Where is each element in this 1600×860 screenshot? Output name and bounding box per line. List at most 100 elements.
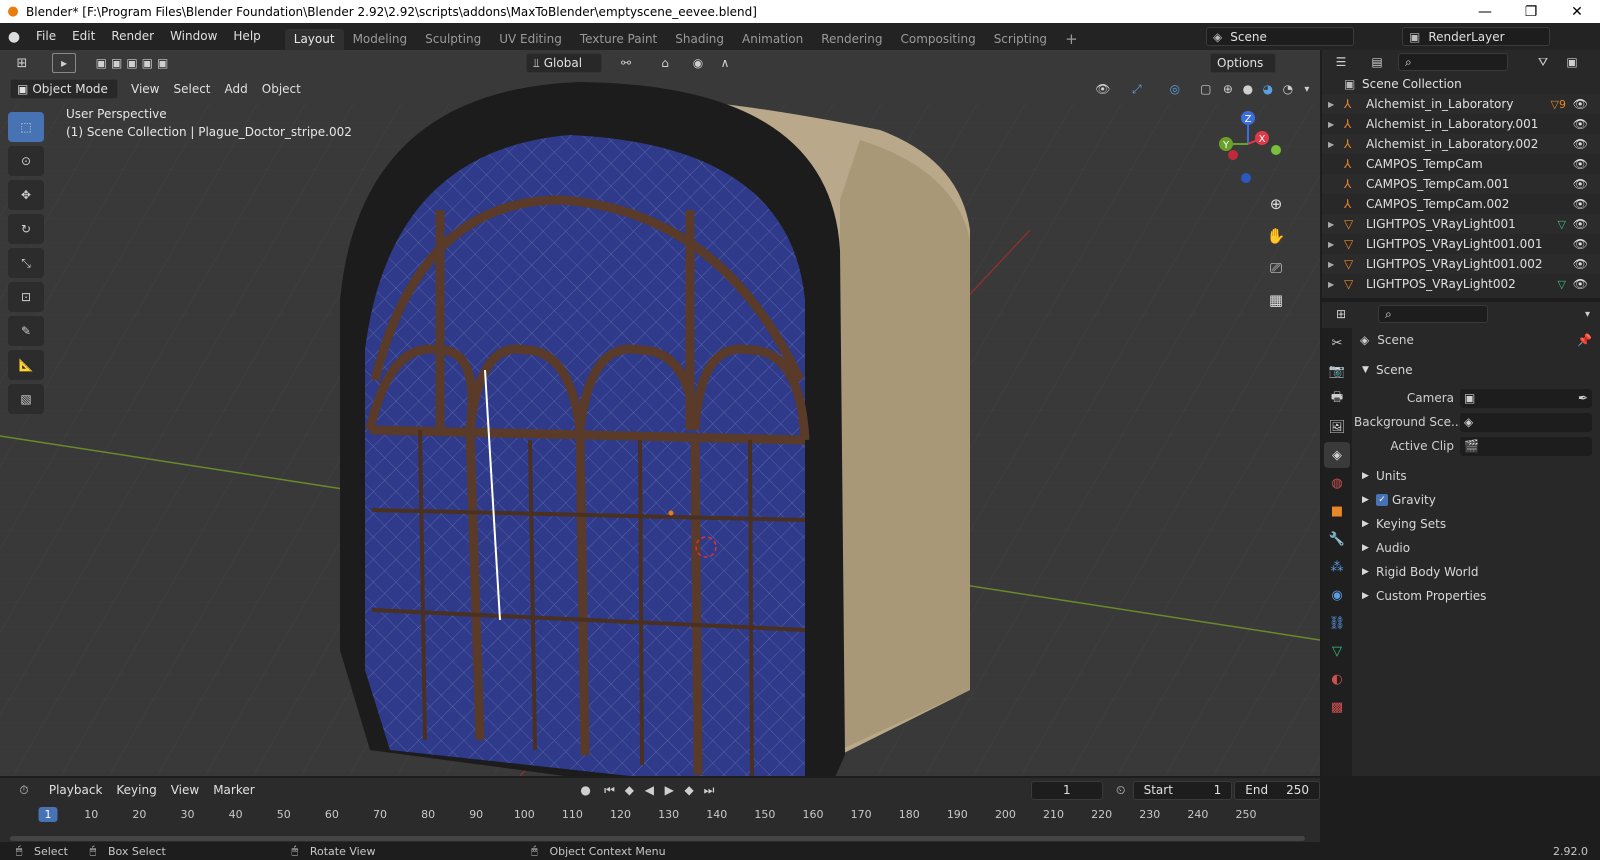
tool-measure[interactable]: 📐 — [8, 350, 44, 380]
timeline-menu-view[interactable]: View — [164, 780, 206, 800]
current-frame-field[interactable]: 1 — [1030, 780, 1103, 800]
tab-compositing[interactable]: Compositing — [891, 29, 984, 50]
properties-search-input[interactable]: ⌕ — [1378, 305, 1488, 323]
timeline-menu-marker[interactable]: Marker — [206, 780, 261, 800]
tab-view-layer-icon[interactable]: 🖼 — [1324, 414, 1350, 440]
minimize-button[interactable]: — — [1462, 0, 1508, 23]
play-reverse-icon[interactable]: ◀ — [639, 783, 659, 797]
tab-modeling[interactable]: Modeling — [344, 29, 417, 50]
properties-options-icon[interactable]: ▾ — [1585, 309, 1590, 320]
camera-view-icon[interactable]: ⎚ — [1262, 254, 1290, 282]
material-shading-icon[interactable]: ◕ — [1258, 82, 1278, 96]
visibility-eye-icon[interactable]: 👁 — [1573, 117, 1588, 131]
blender-menu-icon[interactable]: ● — [0, 29, 28, 45]
scene-selector[interactable]: ◈ Scene — [1206, 27, 1354, 46]
visibility-eye-icon[interactable]: 👁 — [1573, 157, 1588, 171]
properties-editor-icon[interactable]: ⊞ — [1326, 307, 1356, 321]
tab-rendering[interactable]: Rendering — [812, 29, 891, 50]
expand-arrow-icon[interactable]: ▶ — [1328, 140, 1344, 149]
new-collection-icon[interactable]: ▣ — [1562, 55, 1582, 69]
tab-animation[interactable]: Animation — [733, 29, 812, 50]
visibility-eye-icon[interactable]: 👁 — [1573, 137, 1588, 151]
options-dropdown[interactable]: Options — [1210, 53, 1276, 73]
tool-cursor[interactable]: ⊙ — [8, 146, 44, 176]
outliner-row[interactable]: ⅄ CAMPOS_TempCam 👁 — [1322, 154, 1600, 174]
pan-hand-icon[interactable]: ✋ — [1262, 222, 1290, 250]
menu-edit[interactable]: Edit — [64, 23, 103, 50]
tab-output-icon[interactable]: 🖶 — [1324, 386, 1350, 412]
end-frame-field[interactable]: End 250 — [1234, 780, 1320, 800]
tool-rotate[interactable]: ↻ — [8, 214, 44, 244]
mode-dropdown[interactable]: ▣ Object Mode — [10, 79, 118, 99]
tab-tool-icon[interactable]: ✂ — [1324, 330, 1350, 356]
tab-material-icon[interactable]: ◐ — [1324, 666, 1350, 692]
play-icon[interactable]: ▶ — [659, 783, 679, 797]
filter-icon[interactable]: ⛛ — [1530, 55, 1556, 70]
xray-icon[interactable]: ▢ — [1194, 82, 1218, 96]
select-tool-icon[interactable]: ▸ — [52, 53, 76, 73]
outliner-row[interactable]: ▶ ▽ LIGHTPOS_VRayLight001.002 👁 — [1322, 254, 1600, 274]
outliner-editor-icon[interactable]: ☰ — [1326, 55, 1356, 69]
viewport-menu-object[interactable]: Object — [255, 79, 308, 99]
viewport-menu-add[interactable]: Add — [218, 79, 255, 99]
visibility-eye-icon[interactable]: 👁 — [1573, 237, 1588, 251]
background-scene-field[interactable]: ◈ — [1460, 412, 1592, 432]
transform-orientation-dropdown[interactable]: ⫫ Global — [526, 53, 602, 73]
pin-icon[interactable]: 📌 — [1577, 333, 1592, 347]
wireframe-shading-icon[interactable]: ⊕ — [1218, 82, 1238, 96]
tab-sculpting[interactable]: Sculpting — [416, 29, 490, 50]
visibility-icon[interactable]: 👁 — [1088, 82, 1118, 96]
timeline-menu-keying[interactable]: Keying — [109, 780, 163, 800]
selection-mode-icons[interactable]: ▣▣▣▣▣ — [88, 56, 180, 70]
panel-units[interactable]: ▶ Units — [1354, 464, 1600, 488]
proportional-edit-icon[interactable]: ◉ — [686, 56, 710, 70]
outliner-row-scene-collection[interactable]: ▣ Scene Collection — [1322, 74, 1600, 94]
tab-shading[interactable]: Shading — [666, 29, 733, 50]
solid-shading-icon[interactable]: ● — [1238, 82, 1258, 96]
tab-world-icon[interactable]: ◍ — [1324, 470, 1350, 496]
snap-icon[interactable]: ⌂ — [644, 56, 686, 70]
zoom-icon[interactable]: ⊕ — [1262, 190, 1290, 218]
visibility-eye-icon[interactable]: 👁 — [1573, 257, 1588, 271]
navigation-gizmo[interactable]: Z X Y — [1212, 108, 1292, 188]
tab-scene-icon[interactable]: ◈ — [1324, 442, 1350, 468]
expand-arrow-icon[interactable]: ▶ — [1328, 120, 1344, 129]
outliner-row[interactable]: ▶ ▽ LIGHTPOS_VRayLight002 ▽ 👁 — [1322, 274, 1600, 294]
outliner-row[interactable]: ▶ ⅄ Alchemist_in_Laboratory.002 👁 — [1322, 134, 1600, 154]
menu-window[interactable]: Window — [162, 23, 225, 50]
maximize-button[interactable]: ❐ — [1508, 0, 1554, 23]
outliner-row[interactable]: ⅄ CAMPOS_TempCam.001 👁 — [1322, 174, 1600, 194]
viewport-menu-select[interactable]: Select — [166, 79, 217, 99]
tool-add-cube[interactable]: ▧ — [8, 384, 44, 414]
panel-scene-header[interactable]: ▼ Scene — [1354, 358, 1600, 382]
tab-texture-paint[interactable]: Texture Paint — [571, 29, 666, 50]
pivot-icon[interactable]: ⚯ — [608, 56, 644, 70]
tool-move[interactable]: ✥ — [8, 180, 44, 210]
record-icon[interactable]: ● — [572, 783, 600, 797]
tab-data-icon[interactable]: ▽ — [1324, 638, 1350, 664]
visibility-eye-icon[interactable]: 👁 — [1573, 217, 1588, 231]
tab-scripting[interactable]: Scripting — [985, 29, 1056, 50]
tab-texture-icon[interactable]: ▩ — [1324, 694, 1350, 720]
outliner-row[interactable]: ▶ ⅄ Alchemist_in_Laboratory ▽9 👁 — [1322, 94, 1600, 114]
visibility-eye-icon[interactable]: 👁 — [1573, 177, 1588, 191]
visibility-eye-icon[interactable]: 👁 — [1573, 277, 1588, 291]
tab-layout[interactable]: Layout — [284, 29, 344, 50]
3d-viewport[interactable]: ⊞ ▸ ▣▣▣▣▣ ⫫ Global ⚯ ⌂ ◉ ∧ Options ▣ Objec… — [0, 50, 1320, 776]
timeline-editor-icon[interactable]: ⏱ — [6, 783, 42, 798]
falloff-icon[interactable]: ∧ — [710, 56, 740, 70]
display-mode-icon[interactable]: ▤ — [1362, 55, 1392, 69]
jump-start-icon[interactable]: ⏮ — [600, 783, 620, 798]
gravity-checkbox[interactable]: ✓ — [1376, 494, 1388, 506]
tab-object-icon[interactable]: ■ — [1324, 498, 1350, 524]
tab-modifier-icon[interactable]: 🔧 — [1324, 526, 1350, 552]
expand-arrow-icon[interactable]: ▶ — [1328, 220, 1344, 229]
overlay-toggle-icon[interactable]: ◎ — [1156, 82, 1194, 96]
tab-render-icon[interactable]: 📷 — [1324, 358, 1350, 384]
tab-physics-icon[interactable]: ◉ — [1324, 582, 1350, 608]
tool-transform[interactable]: ⊡ — [8, 282, 44, 312]
expand-arrow-icon[interactable]: ▶ — [1328, 280, 1344, 289]
active-clip-field[interactable]: 🎬 — [1460, 436, 1592, 456]
outliner-row[interactable]: ▶ ▽ LIGHTPOS_VRayLight001.001 👁 — [1322, 234, 1600, 254]
timeline-menu-playback[interactable]: Playback — [42, 780, 110, 800]
